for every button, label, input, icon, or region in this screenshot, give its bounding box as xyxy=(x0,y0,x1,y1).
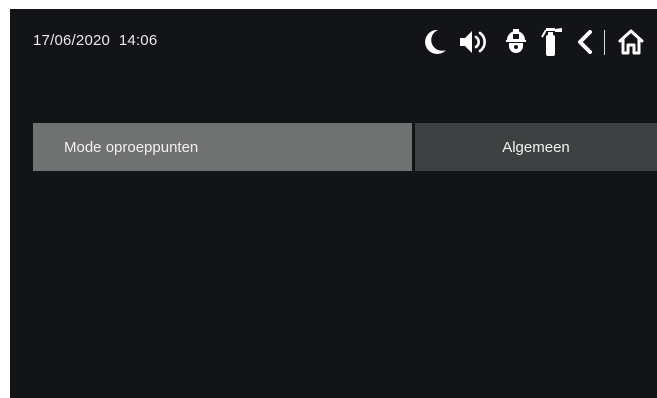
tab-label: Algemeen xyxy=(502,138,570,156)
date-text: 17/06/2020 xyxy=(33,32,111,49)
date-time-display: 17/06/2020 14:06 xyxy=(33,32,157,49)
main-screen: 17/06/2020 14:06 Mode oproeppunten Algem… xyxy=(10,9,657,398)
status-divider xyxy=(604,29,605,55)
tab-label: Mode oproeppunten xyxy=(64,138,199,156)
back-chevron-icon[interactable] xyxy=(576,27,594,57)
moon-icon[interactable] xyxy=(422,27,448,57)
home-icon[interactable] xyxy=(617,27,645,57)
helmet-icon[interactable] xyxy=(504,27,528,57)
tab-mode-oproeppunten[interactable]: Mode oproeppunten xyxy=(33,123,412,171)
speaker-icon[interactable] xyxy=(459,27,493,57)
status-bar xyxy=(422,25,645,59)
tab-algemeen[interactable]: Algemeen xyxy=(415,123,657,171)
extinguisher-icon[interactable] xyxy=(540,27,564,57)
tab-bar: Mode oproeppunten Algemeen xyxy=(33,123,657,171)
time-text: 14:06 xyxy=(118,32,158,49)
